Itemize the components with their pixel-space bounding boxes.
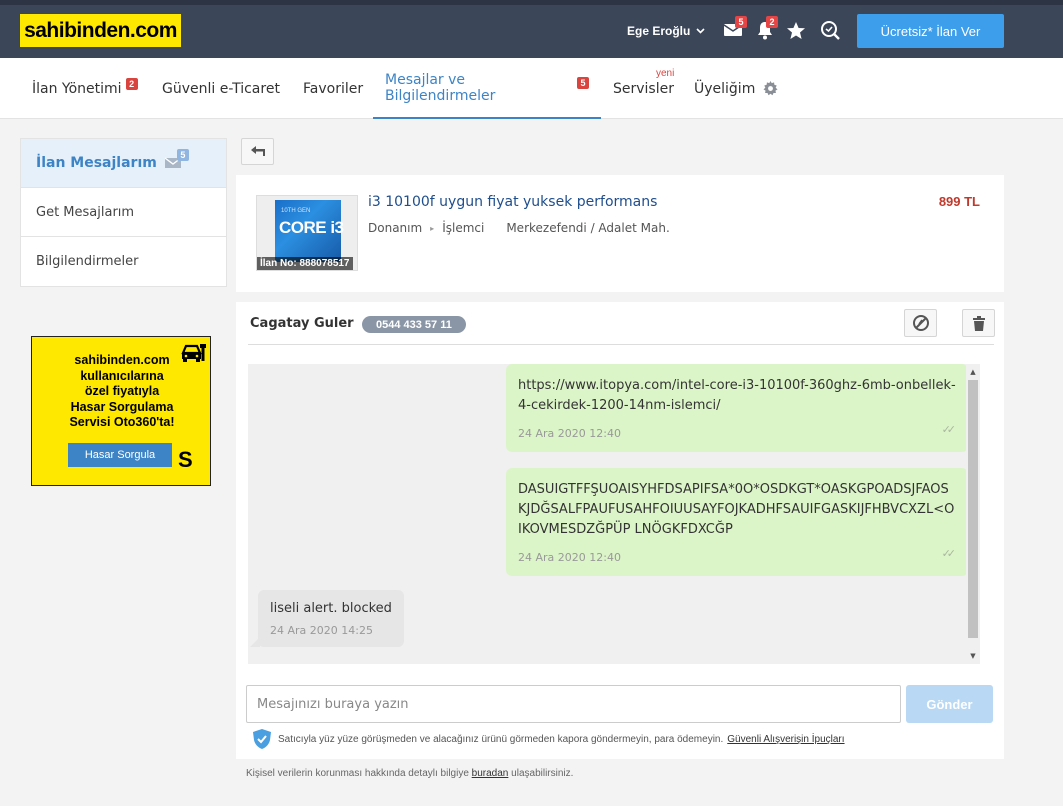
message-time: 24 Ara 2020 12:40 [518, 551, 621, 564]
scroll-up-icon[interactable]: ▲ [966, 366, 980, 378]
message-text: DASUIGTFFŞUOAISYHFDSAPIFSA*0O*OSDKGT*OAS… [518, 482, 955, 537]
message-list: https://www.itopya.com/intel-core-i3-101… [248, 364, 980, 664]
send-button[interactable]: Gönder [906, 685, 993, 723]
chevron-down-icon [696, 28, 705, 34]
tab-label: İlan Yönetimi [32, 80, 122, 97]
sidebar-item-label: İlan Mesajlarım [36, 155, 157, 171]
site-logo[interactable]: sahibinden.com [20, 14, 181, 47]
listing-location: Merkezefendi / Adalet Mah. [506, 221, 670, 235]
tab-badge: 5 [577, 76, 589, 89]
block-user-button[interactable] [904, 309, 937, 337]
sidebar-item-label: Get Mesajlarım [36, 204, 135, 220]
listing-meta: Donanım ▸ İşlemci Merkezefendi / Adalet … [368, 221, 670, 235]
ad-line: sahibinden.com [74, 353, 170, 367]
tab-guvenli-eticaret[interactable]: Güvenli e-Ticaret [162, 58, 280, 119]
chevron-right-icon: ▸ [430, 223, 435, 233]
tab-ilan-yonetimi[interactable]: İlan Yönetimi 2 [32, 58, 138, 119]
message-outgoing: https://www.itopya.com/intel-core-i3-101… [506, 364, 976, 452]
safe-shopping-tips-link[interactable]: Güvenli Alışverişin İpuçları [727, 734, 844, 745]
ad-line: Hasar Sorgulama [70, 399, 174, 414]
message-time: 24 Ara 2020 12:40 [518, 427, 621, 440]
privacy-link[interactable]: buradan [472, 768, 509, 779]
gear-icon [763, 81, 778, 96]
bubble-tail [250, 637, 260, 647]
scrollbar[interactable]: ▲ ▼ [966, 364, 980, 664]
sidebar-item-get-mesajlarim[interactable]: Get Mesajlarım [21, 188, 226, 237]
envelope-icon: 5 [164, 149, 189, 172]
sidebar-badge: 5 [176, 149, 189, 161]
top-bar: sahibinden.com Ege Eroğlu 5 2 Ücretsiz* … [0, 0, 1063, 58]
listing-category: Donanım [368, 221, 423, 235]
chat-header: Cagatay Guler 0544 433 57 11 [248, 302, 995, 345]
tab-label: Mesajlar ve Bilgilendirmeler [385, 71, 496, 104]
privacy-note: Kişisel verilerin korunması hakkında det… [246, 768, 573, 779]
notifications-icon[interactable]: 2 [753, 16, 778, 42]
shield-check-icon [253, 729, 271, 749]
post-ad-button[interactable]: Ücretsiz* İlan Ver [857, 14, 1004, 48]
tab-label: Üyeliğim [694, 80, 756, 97]
message-incoming: liseli alert. blocked 24 Ara 2020 14:25 [250, 590, 404, 647]
message-text: liseli alert. blocked [270, 601, 392, 616]
listing-id-caption: İlan No: 888078517 [257, 257, 353, 270]
scroll-down-icon[interactable]: ▼ [966, 650, 980, 662]
chat-user-name: Cagatay Guler [250, 316, 354, 331]
sidebar: İlan Mesajlarım 5 Get Mesajlarım Bilgile… [20, 138, 227, 287]
favorites-star-icon[interactable] [784, 18, 808, 42]
ad-banner[interactable]: sahibinden.com kullanıcılarına özel fiya… [31, 336, 211, 486]
ad-text: sahibinden.com kullanıcılarına özel fiya… [32, 353, 212, 431]
sidebar-item-ilan-mesajlarim[interactable]: İlan Mesajlarım 5 [21, 139, 226, 188]
main-nav: İlan Yönetimi 2 Güvenli e-Ticaret Favori… [0, 58, 1063, 119]
privacy-text-end: ulaşabilirsiniz. [511, 768, 574, 779]
scroll-thumb[interactable] [968, 380, 978, 638]
tab-label: Güvenli e-Ticaret [162, 80, 280, 97]
safety-warning: Satıcıyla yüz yüze görüşmeden ve alacağı… [252, 728, 845, 750]
ad-brand-mark: S [178, 447, 193, 472]
tab-servisler[interactable]: Servisler [613, 58, 674, 119]
privacy-text: Kişisel verilerin korunması hakkında det… [246, 768, 469, 779]
ad-cta-button[interactable]: Hasar Sorgula [68, 443, 172, 467]
message-time: 24 Ara 2020 14:25 [270, 624, 373, 637]
back-button[interactable] [241, 138, 274, 165]
ad-line: özel fiyatıyla [84, 384, 160, 398]
messages-badge: 5 [735, 16, 747, 28]
tab-favoriler[interactable]: Favoriler [303, 58, 363, 119]
notifications-badge: 2 [766, 16, 778, 28]
trash-icon [972, 315, 985, 331]
chat-panel: Cagatay Guler 0544 433 57 11 https://www… [236, 302, 1004, 759]
user-menu[interactable]: Ege Eroğlu [627, 24, 705, 38]
sidebar-item-bilgilendirmeler[interactable]: Bilgilendirmeler [21, 237, 226, 286]
message-composer: Gönder [246, 685, 993, 723]
ad-line: Servisi Oto360'ta! [69, 415, 175, 429]
double-check-icon: ✓✓ [941, 423, 957, 436]
message-outgoing: DASUIGTFFŞUOAISYHFDSAPIFSA*0O*OSDKGT*OAS… [506, 468, 976, 576]
warning-text: Satıcıyla yüz yüze görüşmeden ve alacağı… [278, 733, 724, 745]
double-check-icon: ✓✓ [941, 547, 957, 560]
delete-conversation-button[interactable] [962, 309, 995, 337]
listing-card: 10TH GEN CORE i3 İlan No: 888078517 i3 1… [236, 175, 1004, 292]
block-icon [912, 315, 929, 331]
sidebar-item-label: Bilgilendirmeler [36, 254, 139, 269]
tab-label: Favoriler [303, 80, 364, 97]
message-text: https://www.itopya.com/intel-core-i3-101… [518, 378, 956, 413]
listing-price: 899 TL [938, 194, 980, 209]
listing-title[interactable]: i3 10100f uygun fiyat yuksek performans [368, 194, 657, 210]
tab-badge: 2 [125, 77, 138, 90]
ad-line: kullanıcılarına [80, 368, 164, 383]
listing-subcategory: İşlemci [442, 221, 485, 235]
message-input[interactable] [246, 685, 901, 723]
search-icon[interactable] [818, 18, 842, 42]
tab-label: Servisler [613, 80, 674, 97]
logo-text: sahibinden.com [24, 18, 177, 42]
messages-icon[interactable]: 5 [721, 16, 747, 42]
reply-arrow-icon [250, 146, 265, 156]
tab-uyeligim[interactable]: Üyeliğim [694, 58, 778, 119]
thumb-small-text: 10TH GEN [281, 208, 311, 214]
user-name: Ege Eroğlu [627, 24, 691, 38]
listing-thumbnail[interactable]: 10TH GEN CORE i3 İlan No: 888078517 [256, 195, 358, 271]
tab-mesajlar[interactable]: Mesajlar ve Bilgilendirmeler 5 [373, 58, 601, 119]
thumb-core-text: CORE i3 [279, 218, 344, 237]
phone-number-badge[interactable]: 0544 433 57 11 [362, 316, 466, 333]
